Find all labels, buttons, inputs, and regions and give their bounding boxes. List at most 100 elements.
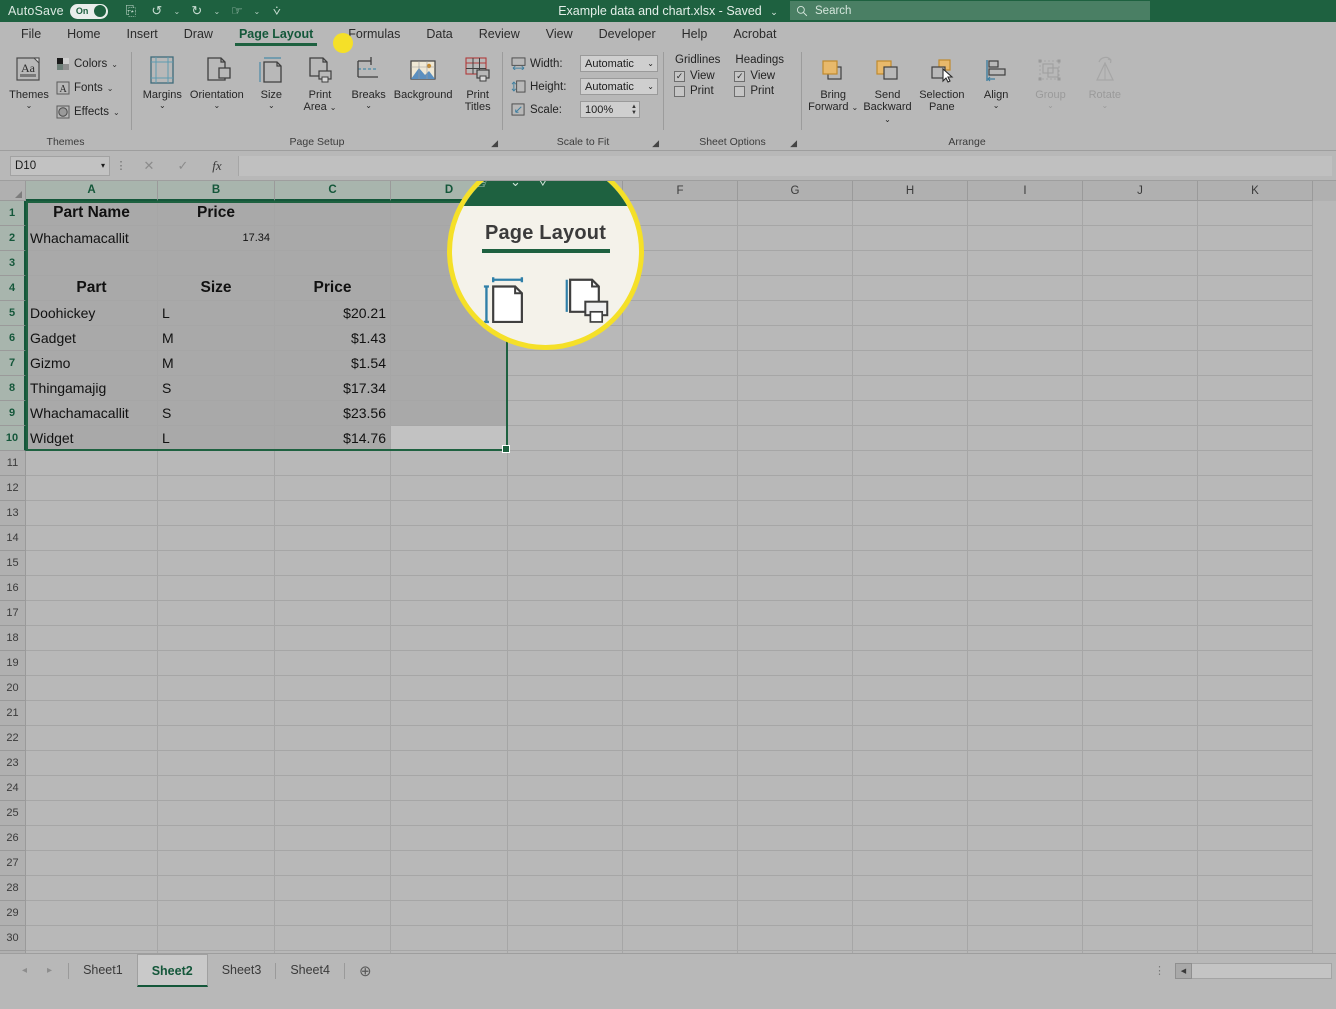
- tab-help[interactable]: Help: [669, 22, 721, 46]
- cell-F23[interactable]: [623, 751, 738, 776]
- cell-C19[interactable]: [275, 651, 391, 676]
- fit-height-chevron-down-icon[interactable]: ⌄: [647, 82, 654, 91]
- page-size-icon[interactable]: [478, 271, 532, 329]
- cell-G19[interactable]: [738, 651, 853, 676]
- cell-D22[interactable]: [391, 726, 508, 751]
- document-title[interactable]: Example data and chart.xlsx - Saved: [558, 4, 762, 18]
- cell-D30[interactable]: [391, 926, 508, 951]
- name-box[interactable]: D10 ▾: [10, 155, 110, 176]
- cell-F9[interactable]: [623, 401, 738, 426]
- theme-fonts-chevron-down-icon[interactable]: ⌄: [107, 84, 114, 93]
- cell-F26[interactable]: [623, 826, 738, 851]
- tab-file[interactable]: File: [8, 22, 54, 46]
- cell-H4[interactable]: [853, 276, 968, 301]
- cell-G15[interactable]: [738, 551, 853, 576]
- cell-I19[interactable]: [968, 651, 1083, 676]
- cell-C1[interactable]: [275, 201, 391, 226]
- column-header-J[interactable]: J: [1083, 181, 1198, 201]
- select-all-corner[interactable]: [0, 181, 26, 201]
- row-header-15[interactable]: 15: [0, 551, 26, 576]
- cell-B9[interactable]: S: [158, 401, 275, 426]
- theme-effects-button[interactable]: Effects ⌄: [56, 100, 124, 124]
- cell-K14[interactable]: [1198, 526, 1313, 551]
- row-header-21[interactable]: 21: [0, 701, 26, 726]
- cell-H21[interactable]: [853, 701, 968, 726]
- cell-E7[interactable]: [508, 351, 623, 376]
- cell-F11[interactable]: [623, 451, 738, 476]
- search-box[interactable]: Search: [790, 1, 1150, 20]
- cell-E21[interactable]: [508, 701, 623, 726]
- cell-K18[interactable]: [1198, 626, 1313, 651]
- column-header-F[interactable]: F: [623, 181, 738, 201]
- cell-G5[interactable]: [738, 301, 853, 326]
- cell-A7[interactable]: Gizmo: [26, 351, 158, 376]
- cell-C15[interactable]: [275, 551, 391, 576]
- sheet-tab-sheet2[interactable]: Sheet2: [136, 954, 208, 987]
- cell-I8[interactable]: [968, 376, 1083, 401]
- cell-E30[interactable]: [508, 926, 623, 951]
- cell-D24[interactable]: [391, 776, 508, 801]
- status-options-dots[interactable]: ⋮: [1144, 964, 1175, 977]
- cell-J11[interactable]: [1083, 451, 1198, 476]
- cell-C29[interactable]: [275, 901, 391, 926]
- sheet-tab-sheet4[interactable]: Sheet4: [276, 954, 344, 987]
- cell-D23[interactable]: [391, 751, 508, 776]
- cell-C7[interactable]: $1.54: [275, 351, 391, 376]
- row-header-25[interactable]: 25: [0, 801, 26, 826]
- cell-E25[interactable]: [508, 801, 623, 826]
- cell-B1[interactable]: Price: [158, 201, 275, 226]
- cell-C20[interactable]: [275, 676, 391, 701]
- row-header-9[interactable]: 9: [0, 401, 26, 426]
- row-header-1[interactable]: 1: [0, 201, 26, 226]
- cell-D21[interactable]: [391, 701, 508, 726]
- cell-H18[interactable]: [853, 626, 968, 651]
- cell-J10[interactable]: [1083, 426, 1198, 451]
- cell-H8[interactable]: [853, 376, 968, 401]
- column-header-I[interactable]: I: [968, 181, 1083, 201]
- cell-B3[interactable]: [158, 251, 275, 276]
- cell-K16[interactable]: [1198, 576, 1313, 601]
- cell-F17[interactable]: [623, 601, 738, 626]
- cell-K21[interactable]: [1198, 701, 1313, 726]
- cell-H12[interactable]: [853, 476, 968, 501]
- cell-C22[interactable]: [275, 726, 391, 751]
- cell-D20[interactable]: [391, 676, 508, 701]
- send-backward-button[interactable]: Send Backward ⌄: [860, 50, 914, 126]
- cell-G30[interactable]: [738, 926, 853, 951]
- page-setup-dialog-launcher[interactable]: ◢: [491, 136, 498, 150]
- cell-J5[interactable]: [1083, 301, 1198, 326]
- cell-E9[interactable]: [508, 401, 623, 426]
- undo-chevron-down-icon[interactable]: ⌄: [170, 0, 184, 22]
- cell-G2[interactable]: [738, 226, 853, 251]
- row-header-28[interactable]: 28: [0, 876, 26, 901]
- cell-A25[interactable]: [26, 801, 158, 826]
- sheet-nav-arrows[interactable]: ◂ ▸: [0, 965, 68, 976]
- cell-A18[interactable]: [26, 626, 158, 651]
- cell-D12[interactable]: [391, 476, 508, 501]
- cell-G29[interactable]: [738, 901, 853, 926]
- cell-J1[interactable]: [1083, 201, 1198, 226]
- cell-B27[interactable]: [158, 851, 275, 876]
- cell-E20[interactable]: [508, 676, 623, 701]
- cell-F10[interactable]: [623, 426, 738, 451]
- row-header-13[interactable]: 13: [0, 501, 26, 526]
- magnified-tab-label[interactable]: Page Layout: [452, 222, 639, 245]
- cell-G13[interactable]: [738, 501, 853, 526]
- print-titles-button[interactable]: Print Titles: [453, 50, 502, 113]
- cell-I18[interactable]: [968, 626, 1083, 651]
- cell-F12[interactable]: [623, 476, 738, 501]
- cell-F15[interactable]: [623, 551, 738, 576]
- cell-G8[interactable]: [738, 376, 853, 401]
- cell-G14[interactable]: [738, 526, 853, 551]
- cell-C4[interactable]: Price: [275, 276, 391, 301]
- cell-D13[interactable]: [391, 501, 508, 526]
- cell-A11[interactable]: [26, 451, 158, 476]
- cell-J22[interactable]: [1083, 726, 1198, 751]
- cell-E15[interactable]: [508, 551, 623, 576]
- cell-J4[interactable]: [1083, 276, 1198, 301]
- cell-B5[interactable]: L: [158, 301, 275, 326]
- touch-mode-chevron-down-icon[interactable]: ⌄: [250, 0, 264, 22]
- cell-K24[interactable]: [1198, 776, 1313, 801]
- theme-fonts-button[interactable]: A Fonts ⌄: [56, 76, 124, 100]
- add-sheet-button[interactable]: ⊕: [359, 962, 372, 980]
